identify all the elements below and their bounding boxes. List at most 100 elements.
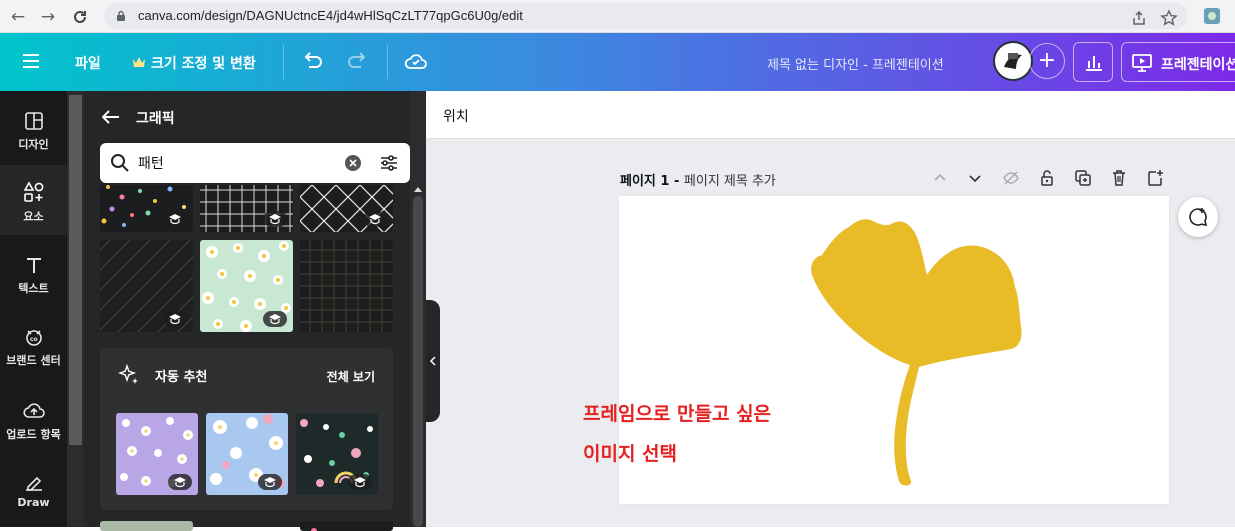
search-icon xyxy=(111,154,129,172)
rail-label: 업로드 항목 xyxy=(6,428,61,441)
extension-icon[interactable] xyxy=(1200,4,1224,28)
search-box[interactable] xyxy=(100,143,410,183)
rail-item-design[interactable]: 디자인 xyxy=(0,97,67,169)
scroll-up-icon[interactable] xyxy=(413,185,423,193)
upload-cloud-icon xyxy=(22,403,45,418)
insights-button[interactable] xyxy=(1073,42,1113,82)
collapse-panel-handle[interactable] xyxy=(426,300,440,422)
svg-text:co: co xyxy=(30,336,38,343)
share-icon[interactable] xyxy=(1130,9,1148,27)
panel-scrollbar[interactable] xyxy=(410,91,426,527)
add-comment-button[interactable] xyxy=(1178,197,1218,237)
page-label[interactable]: 페이지 1 - 페이지 제목 추가 xyxy=(620,170,776,189)
divider xyxy=(283,45,284,79)
rail-item-elements[interactable]: 요소 xyxy=(0,165,67,235)
add-page-icon[interactable] xyxy=(1146,169,1164,187)
premium-badge xyxy=(363,211,387,227)
ginkgo-leaf-graphic[interactable] xyxy=(807,215,1025,487)
bar-chart-icon xyxy=(1086,56,1102,71)
graduation-cap-icon xyxy=(264,477,276,488)
hide-icon[interactable] xyxy=(1002,169,1020,187)
premium-badge xyxy=(348,474,372,490)
rail-label: Draw xyxy=(17,496,50,509)
divider xyxy=(387,45,388,79)
rail-scrollbar[interactable] xyxy=(67,91,84,527)
editor-top-bar: 파일 크기 조정 및 변환 제목 없는 디자인 - 프레젠테이션 + 프레젠테이… xyxy=(0,33,1235,91)
trash-icon[interactable] xyxy=(1110,169,1128,187)
graduation-cap-icon xyxy=(174,477,186,488)
add-collaborator-button[interactable]: + xyxy=(1029,43,1065,79)
chevron-up-icon[interactable] xyxy=(931,169,949,187)
annotation-line-2: 이미지 선택 xyxy=(583,443,678,465)
present-button[interactable]: 프레젠테이션 xyxy=(1121,42,1235,82)
filter-icon[interactable] xyxy=(379,153,399,173)
pattern-tile-fine-grid[interactable] xyxy=(300,240,393,332)
file-menu[interactable]: 파일 xyxy=(75,53,101,73)
pattern-tile-lattice[interactable] xyxy=(300,185,393,232)
star-icon[interactable] xyxy=(1160,9,1178,27)
see-all-link[interactable]: 전체 보기 xyxy=(327,368,375,385)
pattern-tile-partial[interactable] xyxy=(300,521,393,531)
back-arrow-icon[interactable] xyxy=(102,110,120,124)
present-label: 프레젠테이션 xyxy=(1161,57,1235,73)
design-title[interactable]: 제목 없는 디자인 - 프레젠테이션 xyxy=(767,54,944,73)
layout-icon xyxy=(24,112,43,130)
sparkle-icon xyxy=(118,364,138,384)
graduation-cap-icon xyxy=(369,214,381,225)
premium-badge xyxy=(258,474,282,490)
cloud-saved-icon[interactable] xyxy=(404,51,428,71)
position-button[interactable]: 위치 xyxy=(443,106,469,126)
url-text: canva.com/design/DAGNUctncE4/jd4wHlSqCzL… xyxy=(138,8,523,23)
graduation-cap-icon xyxy=(269,214,281,225)
comment-add-icon xyxy=(1189,208,1208,227)
pattern-tile-check[interactable] xyxy=(100,521,193,531)
forward-arrow-icon[interactable]: → xyxy=(36,5,60,29)
search-input[interactable] xyxy=(138,151,338,175)
clear-icon[interactable] xyxy=(345,155,361,171)
page-number: 페이지 1 - xyxy=(620,174,684,189)
premium-badge xyxy=(263,211,287,227)
crown-icon xyxy=(133,57,145,67)
reload-icon[interactable] xyxy=(68,5,92,29)
undo-icon[interactable] xyxy=(301,52,323,72)
menu-icon[interactable] xyxy=(22,53,40,69)
lock-icon xyxy=(117,10,125,21)
auto-recommend-section: 자동 추천 전체 보기 xyxy=(100,348,393,510)
pattern-tile-diagonal[interactable] xyxy=(100,240,193,332)
address-bar[interactable]: canva.com/design/DAGNUctncE4/jd4wHlSqCzL… xyxy=(104,3,1188,29)
rail-item-draw[interactable]: Draw xyxy=(0,459,67,531)
text-icon xyxy=(26,258,41,273)
recommend-title: 자동 추천 xyxy=(155,370,208,385)
back-arrow-icon[interactable]: ← xyxy=(6,5,30,29)
pattern-tile-dots[interactable] xyxy=(100,185,193,232)
editor-workspace: 위치 페이지 1 - 페이지 제목 추가 프레임으로 만들고 싶은 이미지 선택 xyxy=(426,91,1235,527)
graduation-cap-icon xyxy=(169,214,181,225)
context-toolbar: 위치 xyxy=(426,91,1235,139)
rail-item-uploads[interactable]: 업로드 항목 xyxy=(0,387,67,459)
duplicate-icon[interactable] xyxy=(1074,169,1092,187)
recommend-tile-lavender[interactable] xyxy=(116,413,198,495)
brand-icon: co xyxy=(25,330,42,346)
lock-icon[interactable] xyxy=(1038,169,1056,187)
recommend-tile-dark-floral[interactable] xyxy=(296,413,378,495)
design-page[interactable]: 프레임으로 만들고 싶은 이미지 선택 xyxy=(583,196,1169,504)
pattern-tile-grid[interactable] xyxy=(200,185,293,232)
elements-panel: 그래픽 자동 추천 전체 보기 xyxy=(84,91,426,531)
rail-item-brand[interactable]: co 브랜드 센터 xyxy=(0,315,67,387)
graduation-cap-icon xyxy=(169,314,181,325)
redo-icon[interactable] xyxy=(347,52,369,72)
recommend-tile-blue[interactable] xyxy=(206,413,288,495)
shapes-icon xyxy=(23,181,43,202)
rail-label: 브랜드 센터 xyxy=(6,354,61,367)
premium-badge xyxy=(163,311,187,327)
pattern-tile-daisies[interactable] xyxy=(200,240,293,332)
page-title-placeholder[interactable]: 페이지 제목 추가 xyxy=(684,174,776,189)
rail-label: 요소 xyxy=(23,210,44,223)
chevron-down-icon[interactable] xyxy=(966,169,984,187)
resize-button[interactable]: 크기 조정 및 변환 xyxy=(151,53,256,73)
avatar[interactable] xyxy=(993,41,1033,81)
annotation-line-1: 프레임으로 만들고 싶은 xyxy=(583,403,772,425)
premium-badge xyxy=(163,211,187,227)
rail-item-text[interactable]: 텍스트 xyxy=(0,243,67,315)
graduation-cap-icon xyxy=(269,314,281,325)
